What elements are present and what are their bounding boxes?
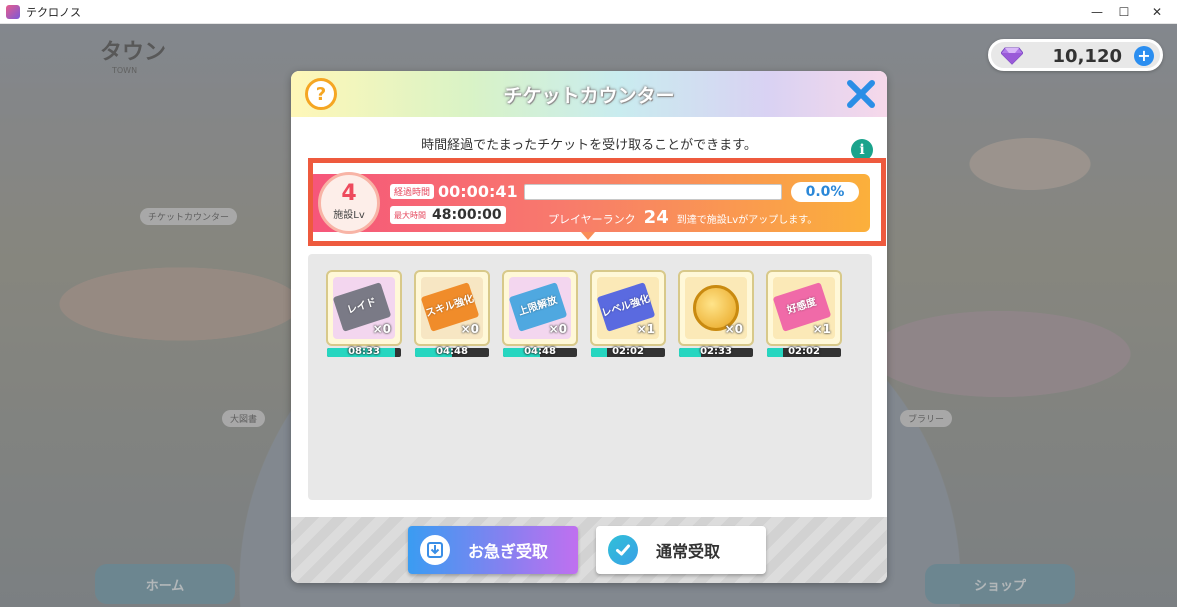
ticket-item[interactable]: ×0 02:33 — [678, 270, 754, 360]
ticket-timer: 04:48 — [524, 346, 556, 357]
ticket-image: レイド ×0 — [332, 277, 395, 339]
ticket-count: ×1 — [636, 322, 655, 336]
ticket-item[interactable]: 上限解放 ×0 04:48 — [502, 270, 578, 360]
window-titlebar: テクロノス — ☐ ✕ — [0, 0, 1177, 24]
ticket-timer: 04:48 — [436, 346, 468, 357]
close-window-button[interactable]: ✕ — [1137, 0, 1177, 24]
ticket-card: 上限解放 ×0 — [502, 270, 578, 346]
ticket-item[interactable]: レイド ×0 08:33 — [326, 270, 402, 360]
check-icon — [608, 535, 638, 565]
diamond-icon — [1001, 47, 1023, 65]
window-title: テクロノス — [26, 5, 81, 19]
ticket-item[interactable]: レベル強化 ×1 02:02 — [590, 270, 666, 360]
ticket-card: 好感度 ×1 — [766, 270, 842, 346]
ticket-count: ×1 — [812, 322, 831, 336]
ticket-card: ×0 — [678, 270, 754, 346]
ticket-item[interactable]: スキル強化 ×0 04:48 — [414, 270, 490, 360]
ticket-card: スキル強化 ×0 — [414, 270, 490, 346]
ticket-image: ×0 — [685, 277, 747, 339]
ticket-timer: 08:33 — [348, 346, 380, 357]
ticket-image: スキル強化 ×0 — [420, 277, 483, 339]
ticket-image: 好感度 ×1 — [772, 277, 835, 339]
ticket-timer: 02:33 — [700, 346, 732, 357]
app-icon — [6, 4, 20, 19]
normal-receive-label: 通常受取 — [656, 542, 721, 561]
ticket-counter-dialog: ? チケットカウンター 時間経過でたまったチケットを受け取ることができます。 i… — [291, 71, 887, 583]
dialog-description: 時間経過でたまったチケットを受け取ることができます。 — [421, 138, 757, 153]
dialog-title: チケットカウンター — [503, 85, 675, 107]
download-icon — [420, 535, 450, 565]
tickets-area: レイド ×0 08:33 スキル強化 ×0 04:48 上限解放 ×0 04:48 レベル強化 ×1… — [308, 254, 872, 500]
ticket-image: レベル強化 ×1 — [596, 277, 659, 339]
ticket-timer: 02:02 — [612, 346, 644, 357]
normal-receive-button[interactable]: 通常受取 — [596, 526, 766, 574]
ticket-count: ×0 — [460, 322, 479, 336]
ticket-count: ×0 — [372, 322, 391, 336]
diamond-value: 10,120 — [1052, 46, 1122, 67]
diamond-counter: 10,120 + — [988, 39, 1163, 71]
ticket-timer: 02:02 — [788, 346, 820, 357]
ticket-count: ×0 — [724, 322, 743, 336]
close-icon[interactable] — [845, 78, 877, 110]
ticket-item[interactable]: 好感度 ×1 02:02 — [766, 270, 842, 360]
ticket-image: 上限解放 ×0 — [508, 277, 571, 339]
quick-receive-button[interactable]: お急ぎ受取 — [408, 526, 578, 574]
add-diamond-button[interactable]: + — [1134, 46, 1154, 66]
quick-receive-label: お急ぎ受取 — [468, 542, 549, 561]
ticket-card: レイド ×0 — [326, 270, 402, 346]
ticket-card: レベル強化 ×1 — [590, 270, 666, 346]
dialog-header: ? チケットカウンター — [291, 71, 887, 117]
dialog-footer: お急ぎ受取 通常受取 — [291, 517, 887, 583]
facility-highlight-box — [308, 158, 886, 246]
ticket-count: ×0 — [548, 322, 567, 336]
